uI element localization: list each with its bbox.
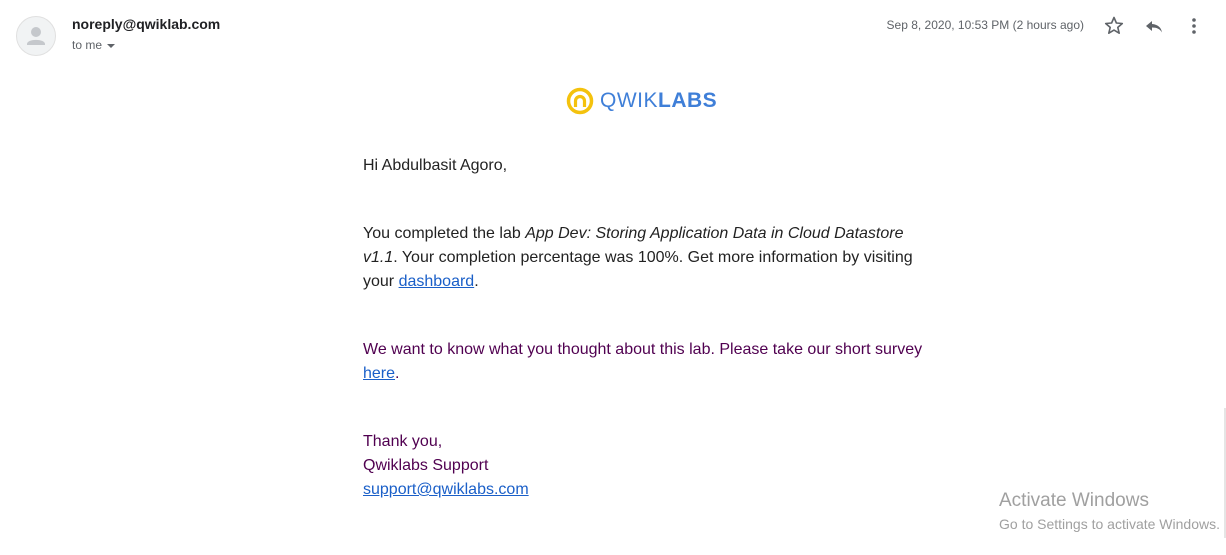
star-icon[interactable]	[1102, 14, 1126, 38]
completion-paragraph: You completed the lab App Dev: Storing A…	[363, 222, 923, 294]
survey-text-end: .	[395, 365, 400, 382]
activate-windows-watermark: Activate Windows Go to Settings to activ…	[999, 489, 1220, 534]
survey-link[interactable]: here	[363, 365, 395, 382]
qwiklabs-logo-icon	[566, 87, 594, 115]
completion-text-end: .	[474, 273, 479, 290]
logo-text-light: QWIK	[600, 89, 658, 112]
reply-icon[interactable]	[1142, 14, 1166, 38]
dashboard-link[interactable]: dashboard	[399, 273, 475, 290]
logo-wordmark: QWIKLABS	[600, 89, 717, 113]
qwiklabs-logo: QWIKLABS	[566, 86, 717, 116]
person-icon	[27, 27, 45, 45]
more-vert-icon[interactable]	[1182, 14, 1206, 38]
chevron-down-icon[interactable]	[106, 38, 116, 52]
greeting: Hi Abdulbasit Agoro,	[363, 157, 508, 174]
completion-text-start: You completed the lab	[363, 225, 526, 242]
recipient-label: to me	[72, 38, 103, 52]
survey-paragraph: We want to know what you thought about t…	[363, 338, 923, 386]
signature-name: Qwiklabs Support	[363, 457, 489, 474]
support-email-link[interactable]: support@qwiklabs.com	[363, 481, 529, 498]
signature-block: Thank you, Qwiklabs Support support@qwik…	[363, 430, 923, 502]
thanks-line: Thank you,	[363, 433, 443, 450]
logo-text-bold: LABS	[658, 89, 718, 112]
recipient-details-toggle[interactable]: to me	[72, 38, 116, 52]
email-header: noreply@qwiklab.com to me Sep 8, 2020, 1…	[0, 0, 1226, 60]
sender-avatar[interactable]	[16, 16, 56, 56]
sender-address: noreply@qwiklab.com	[72, 16, 221, 32]
survey-text: We want to know what you thought about t…	[363, 341, 923, 358]
email-date: Sep 8, 2020, 10:53 PM (2 hours ago)	[886, 18, 1084, 32]
watermark-subtitle: Go to Settings to activate Windows.	[999, 516, 1220, 532]
watermark-title: Activate Windows	[999, 490, 1149, 511]
